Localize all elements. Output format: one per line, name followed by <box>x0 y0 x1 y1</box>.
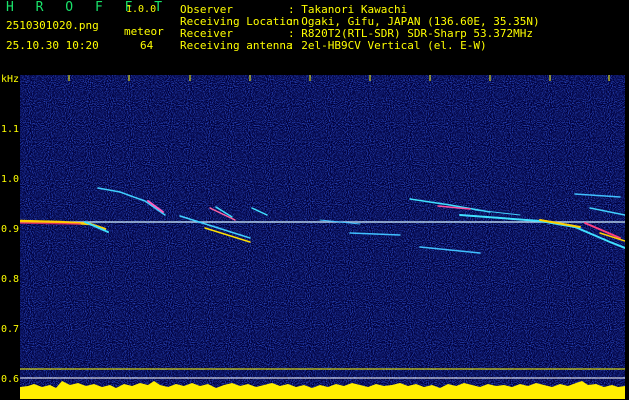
y-tick-0.6: 0.6 <box>1 374 20 385</box>
info-antenna-label: Receiving antenna <box>180 39 293 52</box>
meteor-count: 64 <box>140 39 154 52</box>
meteor-label: meteor <box>124 25 164 38</box>
app-version: 1.0.0 <box>126 4 157 15</box>
spectrogram-noise <box>20 75 625 399</box>
y-tick-0.9: 0.9 <box>1 224 20 235</box>
y-unit-label: kHz <box>1 74 20 85</box>
meteor-echo <box>20 222 81 225</box>
y-tick-1.0: 1.0 <box>1 174 20 185</box>
y-tick-0.7: 0.7 <box>1 324 20 335</box>
y-tick-1.1: 1.1 <box>1 124 20 135</box>
capture-filename: 2510301020.png <box>6 19 99 32</box>
info-antenna-value: : 2el-HB9CV Vertical (el. E-W) <box>288 39 487 52</box>
capture-datetime: 25.10.30 10:20 <box>6 39 99 52</box>
y-tick-0.8: 0.8 <box>1 274 20 285</box>
spectrogram <box>20 75 625 399</box>
